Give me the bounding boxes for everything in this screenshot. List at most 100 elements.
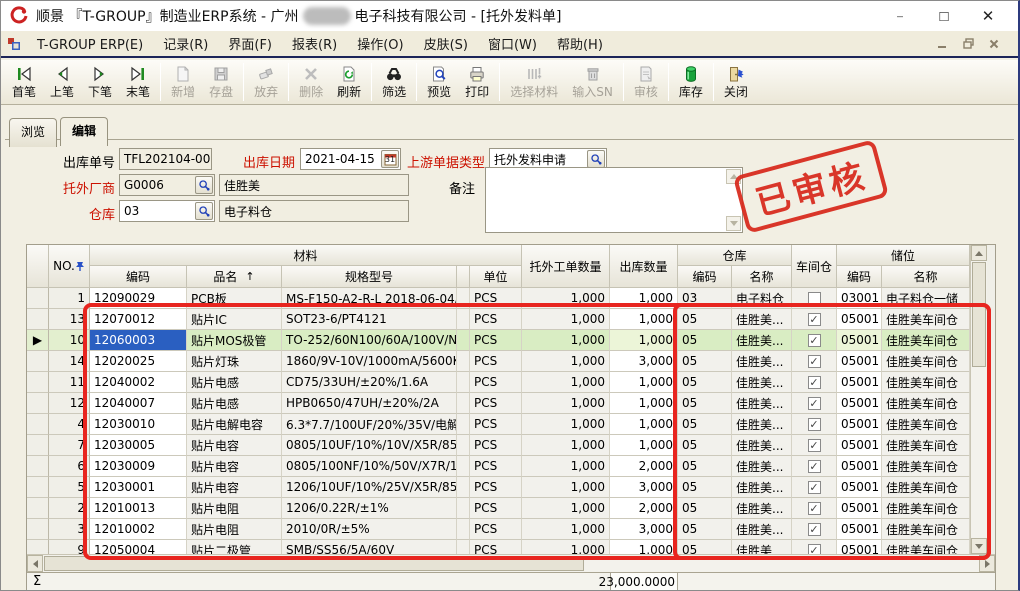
unit-cell[interactable]: PCS (470, 477, 522, 498)
spec-cell[interactable]: 2010/0R/±5% (282, 519, 457, 540)
workshop-cell[interactable]: ✓ (792, 351, 837, 372)
order-qty-cell[interactable]: 1,000 (522, 540, 610, 554)
location-code-cell[interactable]: 05001 (837, 351, 882, 372)
table-row[interactable]: 412030010贴片电解电容6.3*7.7/100UF/20%/35V/电解/… (27, 414, 970, 435)
out-qty-cell[interactable]: 1,000 (610, 540, 678, 554)
workshop-cell[interactable]: ✓ (792, 540, 837, 554)
row-selector-cell[interactable] (27, 540, 49, 554)
out-qty-cell[interactable]: 1,000 (610, 288, 678, 309)
warehouse-code-cell[interactable]: 05 (678, 414, 732, 435)
warehouse-name-cell[interactable]: 佳胜美... (732, 351, 792, 372)
material-code-cell[interactable]: 12010002 (90, 519, 187, 540)
out-date-field[interactable]: 2021-04-15 31 (300, 148, 401, 170)
header-location-name[interactable]: 名称 (882, 266, 970, 288)
material-name-cell[interactable]: 贴片MOS极管 (187, 330, 282, 351)
order-qty-cell[interactable]: 1,000 (522, 351, 610, 372)
location-code-cell[interactable]: 05001 (837, 330, 882, 351)
header-order-qty[interactable]: 托外工单数量 (522, 245, 610, 288)
order-qty-cell[interactable]: 1,000 (522, 498, 610, 519)
row-selector-cell[interactable] (27, 288, 49, 309)
out-qty-cell[interactable]: 1,000 (610, 309, 678, 330)
material-name-cell[interactable]: 贴片电容 (187, 435, 282, 456)
unit-cell[interactable]: PCS (470, 309, 522, 330)
location-code-cell[interactable]: 05001 (837, 456, 882, 477)
warehouse-code-cell[interactable]: 05 (678, 519, 732, 540)
spec-cell[interactable]: 6.3*7.7/100UF/20%/35V/电解/105℃ (282, 414, 457, 435)
out-qty-cell[interactable]: 3,000 (610, 519, 678, 540)
workshop-checkbox[interactable]: ✓ (808, 355, 821, 368)
warehouse-name-cell[interactable]: 佳胜美... (732, 414, 792, 435)
out-qty-cell[interactable]: 2,000 (610, 498, 678, 519)
warehouse-name-cell[interactable]: 佳胜美... (732, 498, 792, 519)
material-code-cell[interactable]: 12070012 (90, 309, 187, 330)
row-selector-cell[interactable] (27, 477, 49, 498)
out-qty-cell[interactable]: 3,000 (610, 351, 678, 372)
narrow-cell[interactable] (457, 372, 470, 393)
row-selector-cell[interactable] (27, 435, 49, 456)
workshop-checkbox[interactable]: ✓ (808, 397, 821, 410)
workshop-checkbox[interactable]: ✓ (808, 544, 821, 555)
location-name-cell[interactable]: 佳胜美车间仓 (882, 477, 970, 498)
spec-cell[interactable]: CD75/33UH/±20%/1.6A (282, 372, 457, 393)
narrow-cell[interactable] (457, 435, 470, 456)
warehouse-code-cell[interactable]: 05 (678, 498, 732, 519)
out-qty-cell[interactable]: 1,000 (610, 393, 678, 414)
narrow-cell[interactable] (457, 309, 470, 330)
calendar-button[interactable]: 31 (381, 150, 399, 168)
warehouse-name-cell[interactable]: 电子料仓 (732, 288, 792, 309)
order-qty-cell[interactable]: 1,000 (522, 393, 610, 414)
location-code-cell[interactable]: 03001 (837, 288, 882, 309)
lookup-icon[interactable] (195, 202, 213, 220)
location-name-cell[interactable]: 佳胜美车间仓 (882, 456, 970, 477)
narrow-cell[interactable] (457, 288, 470, 309)
maximize-button[interactable]: □ (922, 2, 966, 30)
toolbar-button[interactable]: 打印 (458, 62, 496, 102)
header-no[interactable]: NO. (49, 245, 90, 288)
scroll-down-icon[interactable] (726, 216, 741, 231)
out-qty-cell[interactable]: 1,000 (610, 330, 678, 351)
location-name-cell[interactable]: 佳胜美车间仓 (882, 540, 970, 554)
order-qty-cell[interactable]: 1,000 (522, 330, 610, 351)
unit-cell[interactable]: PCS (470, 456, 522, 477)
unit-cell[interactable]: PCS (470, 414, 522, 435)
horizontal-scrollbar[interactable] (27, 554, 995, 572)
location-code-cell[interactable]: 05001 (837, 309, 882, 330)
workshop-cell[interactable]: ✓ (792, 435, 837, 456)
mdi-close-icon[interactable] (986, 37, 1002, 51)
location-code-cell[interactable]: 05001 (837, 414, 882, 435)
menu-item[interactable]: 操作(O) (347, 35, 413, 56)
table-row[interactable]: ▶1012060003贴片MOS极管TO-252/60N100/60A/100V… (27, 330, 970, 351)
scroll-up-icon[interactable] (971, 245, 987, 261)
unit-cell[interactable]: PCS (470, 519, 522, 540)
location-code-cell[interactable]: 05001 (837, 477, 882, 498)
spec-cell[interactable]: 1860/9V-10V/1000mA/5600K-6500K... (282, 351, 457, 372)
warehouse-code-cell[interactable]: 05 (678, 330, 732, 351)
toolbar-button[interactable]: 上笔 (43, 62, 81, 102)
header-material-code[interactable]: 编码 (90, 266, 187, 288)
remark-textarea[interactable] (485, 167, 743, 233)
table-row[interactable]: 512030001贴片电容1206/10UF/10%/25V/X5R/85℃PC… (27, 477, 970, 498)
warehouse-code-cell[interactable]: 05 (678, 351, 732, 372)
material-name-cell[interactable]: 贴片电容 (187, 456, 282, 477)
toolbar-button[interactable]: 末笔 (119, 62, 157, 102)
workshop-checkbox[interactable]: ✓ (808, 313, 821, 326)
warehouse-code-cell[interactable]: 05 (678, 435, 732, 456)
table-row[interactable]: 312010002贴片电阻2010/0R/±5%PCS1,0003,00005佳… (27, 519, 970, 540)
narrow-cell[interactable] (457, 519, 470, 540)
location-name-cell[interactable]: 佳胜美车间仓 (882, 435, 970, 456)
menu-item[interactable]: 帮助(H) (547, 35, 613, 56)
header-workshop[interactable]: 车间仓 (792, 245, 837, 288)
minimize-button[interactable]: – (878, 2, 922, 30)
order-qty-cell[interactable]: 1,000 (522, 456, 610, 477)
warehouse-name-cell[interactable]: 佳胜美... (732, 309, 792, 330)
toolbar-button[interactable]: 下笔 (81, 62, 119, 102)
unit-cell[interactable]: PCS (470, 540, 522, 554)
row-number-cell[interactable]: 6 (49, 456, 90, 477)
row-number-cell[interactable]: 2 (49, 498, 90, 519)
mdi-restore-icon[interactable] (960, 37, 976, 51)
workshop-cell[interactable]: ✓ (792, 330, 837, 351)
toolbar-button[interactable]: 预览 (420, 62, 458, 102)
hscroll-thumb[interactable] (44, 556, 584, 571)
material-name-cell[interactable]: 贴片二极管 (187, 540, 282, 554)
workshop-cell[interactable]: ✓ (792, 477, 837, 498)
